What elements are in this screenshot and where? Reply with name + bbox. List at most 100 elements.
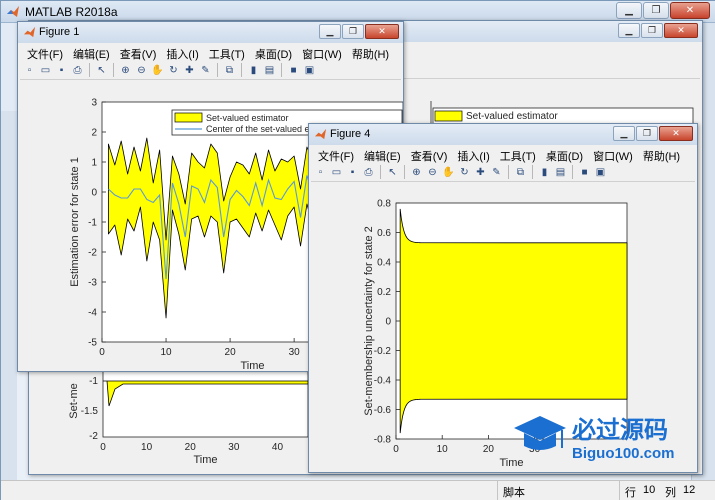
figure-4-menu: 文件(F) 编辑(E) 查看(V) 插入(I) 工具(T) 桌面(D) 窗口(W… bbox=[313, 146, 685, 163]
fig1-minimize-button[interactable]: ▁ bbox=[319, 24, 341, 39]
y-tick-label: -0.4 bbox=[374, 376, 392, 387]
data-cursor-icon[interactable]: ✚ bbox=[473, 165, 488, 180]
menu-file[interactable]: 文件(F) bbox=[313, 146, 359, 163]
legend-icon[interactable]: ▤ bbox=[262, 63, 277, 78]
x-axis-label: Time bbox=[240, 360, 264, 371]
fig1-restore-button[interactable]: ❐ bbox=[342, 24, 364, 39]
fig1-close-button[interactable]: ✕ bbox=[365, 24, 399, 39]
matlab-logo-icon bbox=[7, 6, 19, 17]
bg-x-tick-label: 30 bbox=[228, 442, 240, 453]
show-plot-tools-icon[interactable]: ▣ bbox=[302, 63, 317, 78]
y-tick-label: 1 bbox=[91, 158, 97, 169]
menu-edit[interactable]: 编辑(E) bbox=[359, 146, 406, 163]
menu-help[interactable]: 帮助(H) bbox=[347, 44, 394, 61]
restore-button[interactable]: ❐ bbox=[643, 2, 669, 19]
legend-icon[interactable]: ▤ bbox=[553, 165, 568, 180]
show-plot-tools-icon[interactable]: ▣ bbox=[593, 165, 608, 180]
menu-desktop[interactable]: 桌面(D) bbox=[541, 146, 588, 163]
zoom-out-icon[interactable]: ⊖ bbox=[425, 165, 440, 180]
hide-plot-tools-icon[interactable]: ■ bbox=[577, 165, 592, 180]
y-tick-label: 0 bbox=[91, 188, 97, 199]
menu-insert[interactable]: 插入(I) bbox=[452, 146, 494, 163]
pan-icon[interactable]: ✋ bbox=[441, 165, 456, 180]
colorbar-icon[interactable]: ▮ bbox=[537, 165, 552, 180]
link-icon[interactable]: ⧉ bbox=[513, 165, 528, 180]
brush-icon[interactable]: ✎ bbox=[489, 165, 504, 180]
bg-x-tick-label: 10 bbox=[141, 442, 153, 453]
zoom-out-icon[interactable]: ⊖ bbox=[134, 63, 149, 78]
menu-window[interactable]: 窗口(W) bbox=[588, 146, 638, 163]
y-tick-label: -0.6 bbox=[374, 405, 392, 416]
bg-close-button[interactable]: ✕ bbox=[664, 23, 698, 38]
figure-1-title: Figure 1 bbox=[39, 26, 80, 38]
save-icon[interactable]: ▪ bbox=[345, 165, 360, 180]
menu-tools[interactable]: 工具(T) bbox=[495, 146, 541, 163]
zoom-in-icon[interactable]: ⊕ bbox=[409, 165, 424, 180]
rotate-icon[interactable]: ↻ bbox=[166, 63, 181, 78]
zoom-in-icon[interactable]: ⊕ bbox=[118, 63, 133, 78]
menu-window[interactable]: 窗口(W) bbox=[297, 44, 347, 61]
brush-icon[interactable]: ✎ bbox=[198, 63, 213, 78]
y-tick-label: 0.2 bbox=[377, 287, 391, 298]
y-tick-label: 0.4 bbox=[377, 258, 391, 269]
link-icon[interactable]: ⧉ bbox=[222, 63, 237, 78]
status-bar: 脚本 行 10 列 12 bbox=[1, 480, 715, 500]
open-file-icon[interactable]: ▭ bbox=[329, 165, 344, 180]
bg-minimize-button[interactable]: ▁ bbox=[618, 23, 640, 38]
menu-view[interactable]: 查看(V) bbox=[406, 146, 453, 163]
y-axis-label: Estimation error for state 1 bbox=[69, 157, 81, 287]
menu-help[interactable]: 帮助(H) bbox=[638, 146, 685, 163]
y-tick-label: -0.2 bbox=[374, 346, 392, 357]
pan-icon[interactable]: ✋ bbox=[150, 63, 165, 78]
pointer-icon[interactable]: ↖ bbox=[385, 165, 400, 180]
hide-plot-tools-icon[interactable]: ■ bbox=[286, 63, 301, 78]
bg-x-tick-label: 20 bbox=[185, 442, 197, 453]
bg-restore-button[interactable]: ❐ bbox=[641, 23, 663, 38]
menu-file[interactable]: 文件(F) bbox=[22, 44, 68, 61]
colorbar-icon[interactable]: ▮ bbox=[246, 63, 261, 78]
data-cursor-icon[interactable]: ✚ bbox=[182, 63, 197, 78]
watermark: 必过源码 Biguo100.com bbox=[510, 408, 690, 466]
figure-1-title-bar[interactable]: Figure 1 ▁ ❐ ✕ bbox=[18, 22, 403, 43]
bg-y-tick-label: -1 bbox=[89, 376, 98, 387]
y-tick-label: -5 bbox=[88, 338, 97, 349]
uncertainty-band bbox=[399, 208, 628, 434]
new-figure-icon[interactable]: ▫ bbox=[22, 63, 37, 78]
rotate-icon[interactable]: ↻ bbox=[457, 165, 472, 180]
fig4-close-button[interactable]: ✕ bbox=[659, 126, 693, 141]
y-tick-label: 0.8 bbox=[377, 199, 391, 210]
menu-insert[interactable]: 插入(I) bbox=[161, 44, 203, 61]
figure-4-toolbar: ▫ ▭ ▪ ⎙ ↖ ⊕ ⊖ ✋ ↻ ✚ ✎ ⧉ ▮ ▤ ■ ▣ bbox=[311, 163, 695, 182]
x-tick-label: 30 bbox=[289, 347, 301, 358]
pointer-icon[interactable]: ↖ bbox=[94, 63, 109, 78]
menu-edit[interactable]: 编辑(E) bbox=[68, 44, 115, 61]
save-icon[interactable]: ▪ bbox=[54, 63, 69, 78]
row-value: 10 bbox=[643, 484, 656, 496]
y-tick-label: 0 bbox=[385, 317, 391, 328]
script-label: 脚本 bbox=[503, 487, 525, 499]
new-figure-icon[interactable]: ▫ bbox=[313, 165, 328, 180]
print-icon[interactable]: ⎙ bbox=[70, 63, 85, 78]
y-tick-label: -3 bbox=[88, 278, 97, 289]
menu-desktop[interactable]: 桌面(D) bbox=[250, 44, 297, 61]
minimize-button[interactable]: ▁ bbox=[616, 2, 642, 19]
watermark-cn-text: 必过源码 bbox=[572, 417, 668, 444]
menu-tools[interactable]: 工具(T) bbox=[204, 44, 250, 61]
close-button[interactable]: ✕ bbox=[670, 2, 710, 19]
y-tick-label: 0.6 bbox=[377, 228, 391, 239]
bg-legend-label: Set-valued estimator bbox=[466, 111, 558, 122]
print-icon[interactable]: ⎙ bbox=[361, 165, 376, 180]
fig4-minimize-button[interactable]: ▁ bbox=[613, 126, 635, 141]
col-value: 12 bbox=[683, 484, 696, 496]
menu-view[interactable]: 查看(V) bbox=[115, 44, 162, 61]
watermark-url-text: Biguo100.com bbox=[572, 445, 675, 462]
bg-x-axis-label: Time bbox=[193, 454, 217, 466]
y-tick-label: 2 bbox=[91, 128, 97, 139]
fig4-restore-button[interactable]: ❐ bbox=[636, 126, 658, 141]
open-file-icon[interactable]: ▭ bbox=[38, 63, 53, 78]
bg-legend-swatch bbox=[434, 110, 463, 122]
figure-4-title-bar[interactable]: Figure 4 ▁ ❐ ✕ bbox=[309, 124, 697, 145]
x-tick-label: 10 bbox=[160, 347, 172, 358]
figure-1-menu: 文件(F) 编辑(E) 查看(V) 插入(I) 工具(T) 桌面(D) 窗口(W… bbox=[22, 44, 394, 61]
x-tick-label: 0 bbox=[99, 347, 105, 358]
